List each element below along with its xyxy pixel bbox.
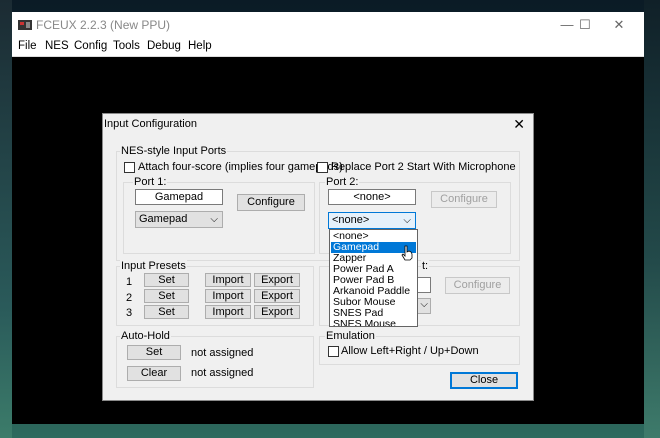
preset2-import-button[interactable]: Import — [205, 289, 251, 303]
dialog-close-icon[interactable]: ✕ — [513, 116, 525, 133]
port1-label: Port 1: — [133, 176, 168, 188]
fceux-app-icon — [18, 20, 32, 30]
auto-hold-clear-button[interactable]: Clear — [127, 366, 181, 381]
famicom-configure-button[interactable]: Configure — [445, 277, 510, 294]
preset-number: 3 — [126, 307, 133, 319]
port1-device-display: Gamepad — [135, 189, 223, 205]
port1-select-value: Gamepad — [139, 213, 188, 225]
menu-bar: File NES Config Tools Debug Help — [12, 38, 644, 57]
allow-lr-checkbox[interactable] — [328, 346, 339, 357]
menu-config[interactable]: Config — [74, 40, 107, 52]
port1-configure-button[interactable]: Configure — [237, 194, 305, 211]
famicom-expansion-label-tail: t: — [421, 260, 430, 272]
preset2-export-button[interactable]: Export — [254, 289, 300, 303]
desktop-background-right — [644, 0, 660, 438]
port1-device-select[interactable]: Gamepad ⌵ — [135, 211, 223, 228]
close-button[interactable]: Close — [450, 372, 518, 389]
dialog-title: Input Configuration — [104, 118, 197, 130]
four-score-checkbox[interactable] — [124, 162, 135, 173]
port2-label: Port 2: — [325, 176, 360, 188]
menu-tools[interactable]: Tools — [113, 40, 140, 52]
preset1-export-button[interactable]: Export — [254, 273, 300, 287]
nes-ports-label: NES-style Input Ports — [120, 145, 228, 157]
preset2-set-button[interactable]: Set — [144, 289, 189, 303]
auto-hold-set-button[interactable]: Set — [127, 345, 181, 360]
port2-select-value: <none> — [332, 214, 370, 226]
replace-port2-label: Replace Port 2 Start With Microphone — [331, 161, 516, 173]
menu-help[interactable]: Help — [188, 40, 212, 52]
preset-number: 1 — [126, 276, 133, 288]
auto-hold-label: Auto-Hold — [120, 330, 171, 342]
chevron-down-icon: ⌵ — [210, 214, 218, 225]
preset3-import-button[interactable]: Import — [205, 305, 251, 319]
maximize-button[interactable]: ☐ — [568, 12, 602, 38]
chevron-down-icon: ⌵ — [403, 215, 411, 226]
four-score-label: Attach four-score (implies four gamepads… — [138, 161, 343, 173]
menu-file[interactable]: File — [18, 40, 37, 52]
preset-number: 2 — [126, 292, 133, 304]
auto-hold-clear-status: not assigned — [191, 367, 254, 379]
preset1-set-button[interactable]: Set — [144, 273, 189, 287]
emulation-label: Emulation — [325, 330, 376, 342]
chevron-down-icon: ⌵ — [420, 299, 428, 310]
preset1-import-button[interactable]: Import — [205, 273, 251, 287]
hand-cursor-icon — [401, 245, 413, 261]
preset3-set-button[interactable]: Set — [144, 305, 189, 319]
close-window-button[interactable]: ✕ — [602, 12, 636, 38]
window-title: FCEUX 2.2.3 (New PPU) — [36, 18, 171, 32]
title-bar[interactable]: FCEUX 2.2.3 (New PPU) — ☐ ✕ — [12, 12, 644, 38]
preset3-export-button[interactable]: Export — [254, 305, 300, 319]
desktop-background — [0, 0, 12, 438]
replace-port2-checkbox[interactable] — [317, 162, 328, 173]
dropdown-option[interactable]: SNES Pad — [331, 308, 416, 319]
port2-device-display: <none> — [328, 189, 416, 205]
input-configuration-dialog: Input Configuration ✕ NES-style Input Po… — [102, 113, 534, 401]
port2-configure-button[interactable]: Configure — [431, 191, 497, 208]
port2-device-select[interactable]: <none> ⌵ — [328, 212, 416, 229]
dropdown-option[interactable]: SNES Mouse — [331, 319, 416, 326]
port2-dropdown-list: <none> Gamepad Zapper Power Pad A Power … — [329, 229, 418, 327]
auto-hold-set-status: not assigned — [191, 347, 254, 359]
menu-debug[interactable]: Debug — [147, 40, 181, 52]
allow-lr-label: Allow Left+Right / Up+Down — [341, 345, 479, 357]
menu-nes[interactable]: NES — [45, 40, 69, 52]
input-presets-label: Input Presets — [120, 260, 187, 272]
